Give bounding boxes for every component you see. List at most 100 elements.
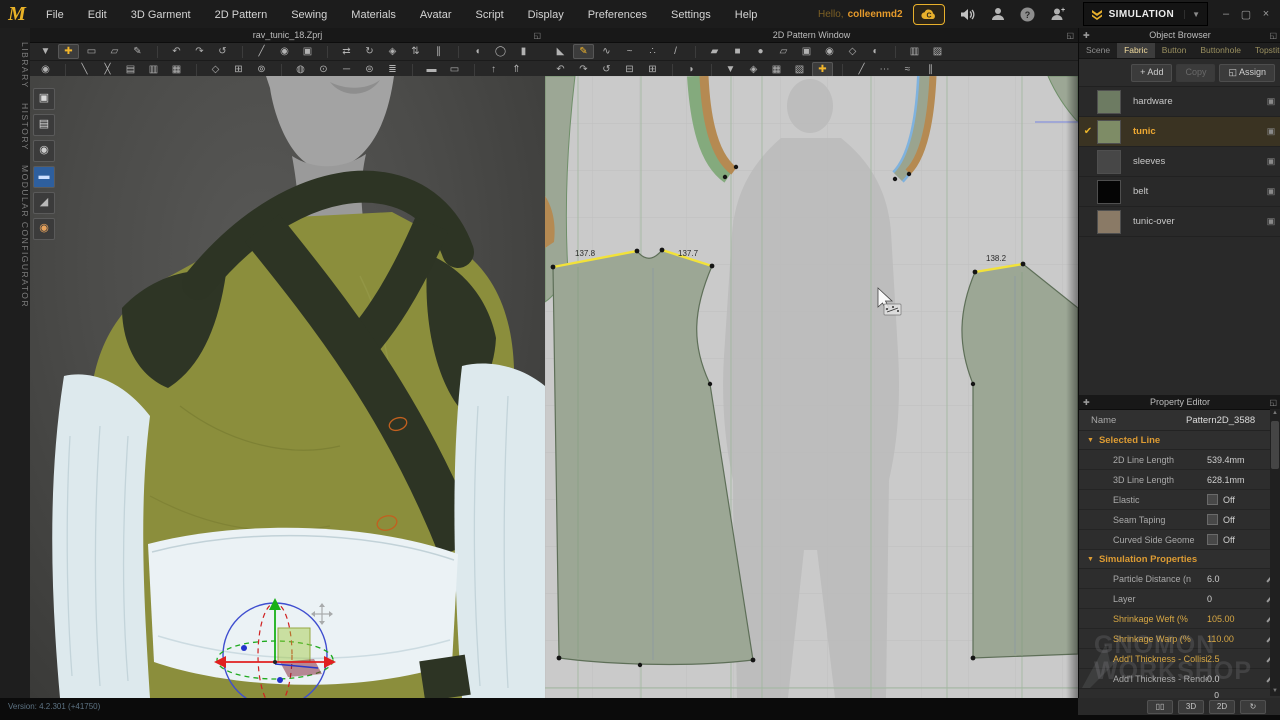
texture-edit-icon[interactable]: ▦	[766, 62, 787, 77]
simulation-mode-dropdown[interactable]: SIMULATION ▼	[1083, 2, 1208, 26]
trace-icon[interactable]: ↶	[550, 62, 571, 77]
checkbox[interactable]	[1207, 514, 1218, 525]
show-garment-2d-icon[interactable]: ▼	[720, 62, 741, 77]
round-dart-icon[interactable]: ◐	[865, 44, 886, 59]
seam-parallel-icon[interactable]: ∥	[920, 62, 941, 77]
flatten-grid-icon[interactable]: ⊞	[228, 62, 249, 77]
fabric-library-icon[interactable]: ▬	[33, 166, 55, 188]
fabric-swatch[interactable]	[1097, 210, 1121, 234]
rotate-pattern-icon[interactable]: ↻	[359, 44, 380, 59]
viewport-3d-titlebar[interactable]: rav_tunic_18.Zprj ◱	[30, 28, 545, 43]
add-button[interactable]: + Add	[1131, 64, 1172, 82]
lasso-icon[interactable]: ◯	[490, 44, 511, 59]
avatar-skin-icon[interactable]: ◉	[33, 218, 55, 240]
pin-icon[interactable]: ╱	[251, 44, 272, 59]
pair-up-icon[interactable]: ⇅	[405, 44, 426, 59]
curve-arm-icon[interactable]: ◖	[467, 44, 488, 59]
pen-icon[interactable]: ✎	[127, 44, 148, 59]
pleats-fold-icon[interactable]: ▨	[927, 44, 948, 59]
texture-swatch-icon[interactable]: ◢	[33, 192, 55, 214]
collapse-arrow-icon[interactable]: ▼	[1087, 437, 1094, 444]
tab-button[interactable]: Button	[1155, 43, 1194, 58]
buttonhole-icon[interactable]: ⊙	[313, 62, 334, 77]
minimize-button[interactable]: –	[1216, 8, 1236, 20]
property-value[interactable]: 6.0	[1207, 574, 1220, 584]
fit-map-icon[interactable]: ▤	[120, 62, 141, 77]
fabric-swatch[interactable]	[1097, 180, 1121, 204]
rail-tab-modular-configurator[interactable]: MODULAR CONFIGURATOR	[0, 165, 30, 308]
menu-materials[interactable]: Materials	[339, 9, 408, 21]
show-garment-alt-icon[interactable]: ▤	[33, 114, 55, 136]
seam-dotted-icon[interactable]: ⋯	[874, 62, 895, 77]
fabric-swatch[interactable]	[1097, 120, 1121, 144]
iron-icon[interactable]: ◗	[681, 62, 702, 77]
menu-display[interactable]: Display	[516, 9, 576, 21]
tab-fabric[interactable]: Fabric	[1117, 43, 1155, 58]
split-view-button[interactable]: ▯▯	[1147, 700, 1173, 714]
menu-2d-pattern[interactable]: 2D Pattern	[203, 9, 280, 21]
property-editor-scrollbar[interactable]: ▲ ▼	[1270, 409, 1280, 696]
save-icon[interactable]: ▣	[1261, 126, 1280, 137]
texture-map-icon[interactable]: ▧	[789, 62, 810, 77]
property-value[interactable]: 2.5	[1207, 654, 1220, 664]
rail-tab-library[interactable]: LIBRARY	[0, 42, 30, 89]
fabric-row-sleeves[interactable]: sleeves▣	[1079, 147, 1280, 177]
save-icon[interactable]: ▣	[1261, 156, 1280, 167]
lock-stitch-icon[interactable]: ⊜	[359, 62, 380, 77]
detach-window-icon[interactable]: ◱	[1269, 396, 1277, 410]
fabric-row-hardware[interactable]: hardware▣	[1079, 87, 1280, 117]
plane-slice-icon[interactable]: ▭	[444, 62, 465, 77]
view-2d-button[interactable]: 2D	[1209, 700, 1235, 714]
grade-points-icon[interactable]: ✚	[812, 62, 833, 77]
add-point-icon[interactable]: ∴	[642, 44, 663, 59]
move-pattern-icon[interactable]: ⇄	[336, 44, 357, 59]
menu-script[interactable]: Script	[464, 9, 516, 21]
polygon-icon[interactable]: ▰	[704, 44, 725, 59]
dart-icon[interactable]: ◇	[842, 44, 863, 59]
needle-icon[interactable]: ↑	[483, 62, 504, 77]
internal-polygon-icon[interactable]: ▱	[773, 44, 794, 59]
menu-help[interactable]: Help	[723, 9, 770, 21]
scroll-up-icon[interactable]: ▲	[1270, 409, 1280, 418]
pattern-name-value[interactable]: Pattern2D_3588	[1186, 415, 1255, 426]
edit-pattern-icon[interactable]: ✎	[573, 44, 594, 59]
checkbox[interactable]	[1207, 534, 1218, 545]
maximize-button[interactable]: ▢	[1236, 8, 1256, 21]
viewport-3d-canvas[interactable]: ▣▤◉▬◢◉	[30, 76, 545, 698]
button-icon[interactable]: ◍	[290, 62, 311, 77]
property-value[interactable]: 0	[1207, 594, 1212, 604]
simulate-icon[interactable]: ▼	[35, 44, 56, 59]
fabric-swatch[interactable]	[1097, 150, 1121, 174]
internal-circle-icon[interactable]: ◉	[819, 44, 840, 59]
stitch-line-icon[interactable]: ─	[336, 62, 357, 77]
view-3d-button[interactable]: 3D	[1178, 700, 1204, 714]
trace-mirror-icon[interactable]: ↺	[596, 62, 617, 77]
circle-icon[interactable]: ●	[750, 44, 771, 59]
avatar-add-button[interactable]: +	[1045, 3, 1071, 25]
detach-window-icon[interactable]: ◱	[1066, 29, 1074, 43]
garment-fit-icon[interactable]: ▣	[297, 44, 318, 59]
internal-rect-icon[interactable]: ▣	[796, 44, 817, 59]
pin-icon[interactable]: ✚	[1083, 396, 1090, 410]
save-icon[interactable]: ▣	[1261, 96, 1280, 107]
select-move-icon[interactable]: ✚	[58, 44, 79, 59]
property-editor-titlebar[interactable]: ✚ Property Editor ◱	[1079, 395, 1280, 410]
menu-preferences[interactable]: Preferences	[576, 9, 659, 21]
tab-topstitch[interactable]: Topstitch	[1248, 43, 1280, 58]
clone-layer-over-icon[interactable]: ⊞	[642, 62, 663, 77]
collapse-arrow-icon[interactable]: ▼	[1087, 556, 1094, 563]
menu-sewing[interactable]: Sewing	[279, 9, 339, 21]
avatar-display-icon[interactable]: ◉	[35, 62, 56, 77]
pattern-2d-canvas[interactable]: 137.8 137.7 138.2	[545, 76, 1078, 698]
plane-cut-icon[interactable]: ▬	[421, 62, 442, 77]
fold-arrange-icon[interactable]: ↶	[166, 44, 187, 59]
checkbox[interactable]	[1207, 494, 1218, 505]
tape-measure-icon[interactable]: ╲	[74, 62, 95, 77]
menu-avatar[interactable]: Avatar	[408, 9, 464, 21]
fabric-row-tunic-over[interactable]: tunic-over▣	[1079, 207, 1280, 237]
sync-view-button[interactable]: ↻	[1240, 700, 1266, 714]
show-avatar-icon[interactable]: ◉	[33, 140, 55, 162]
flatten-icon[interactable]: ◇	[205, 62, 226, 77]
fabric-row-tunic[interactable]: ✔tunic▣	[1079, 117, 1280, 147]
bind-icon[interactable]: ▦	[166, 62, 187, 77]
